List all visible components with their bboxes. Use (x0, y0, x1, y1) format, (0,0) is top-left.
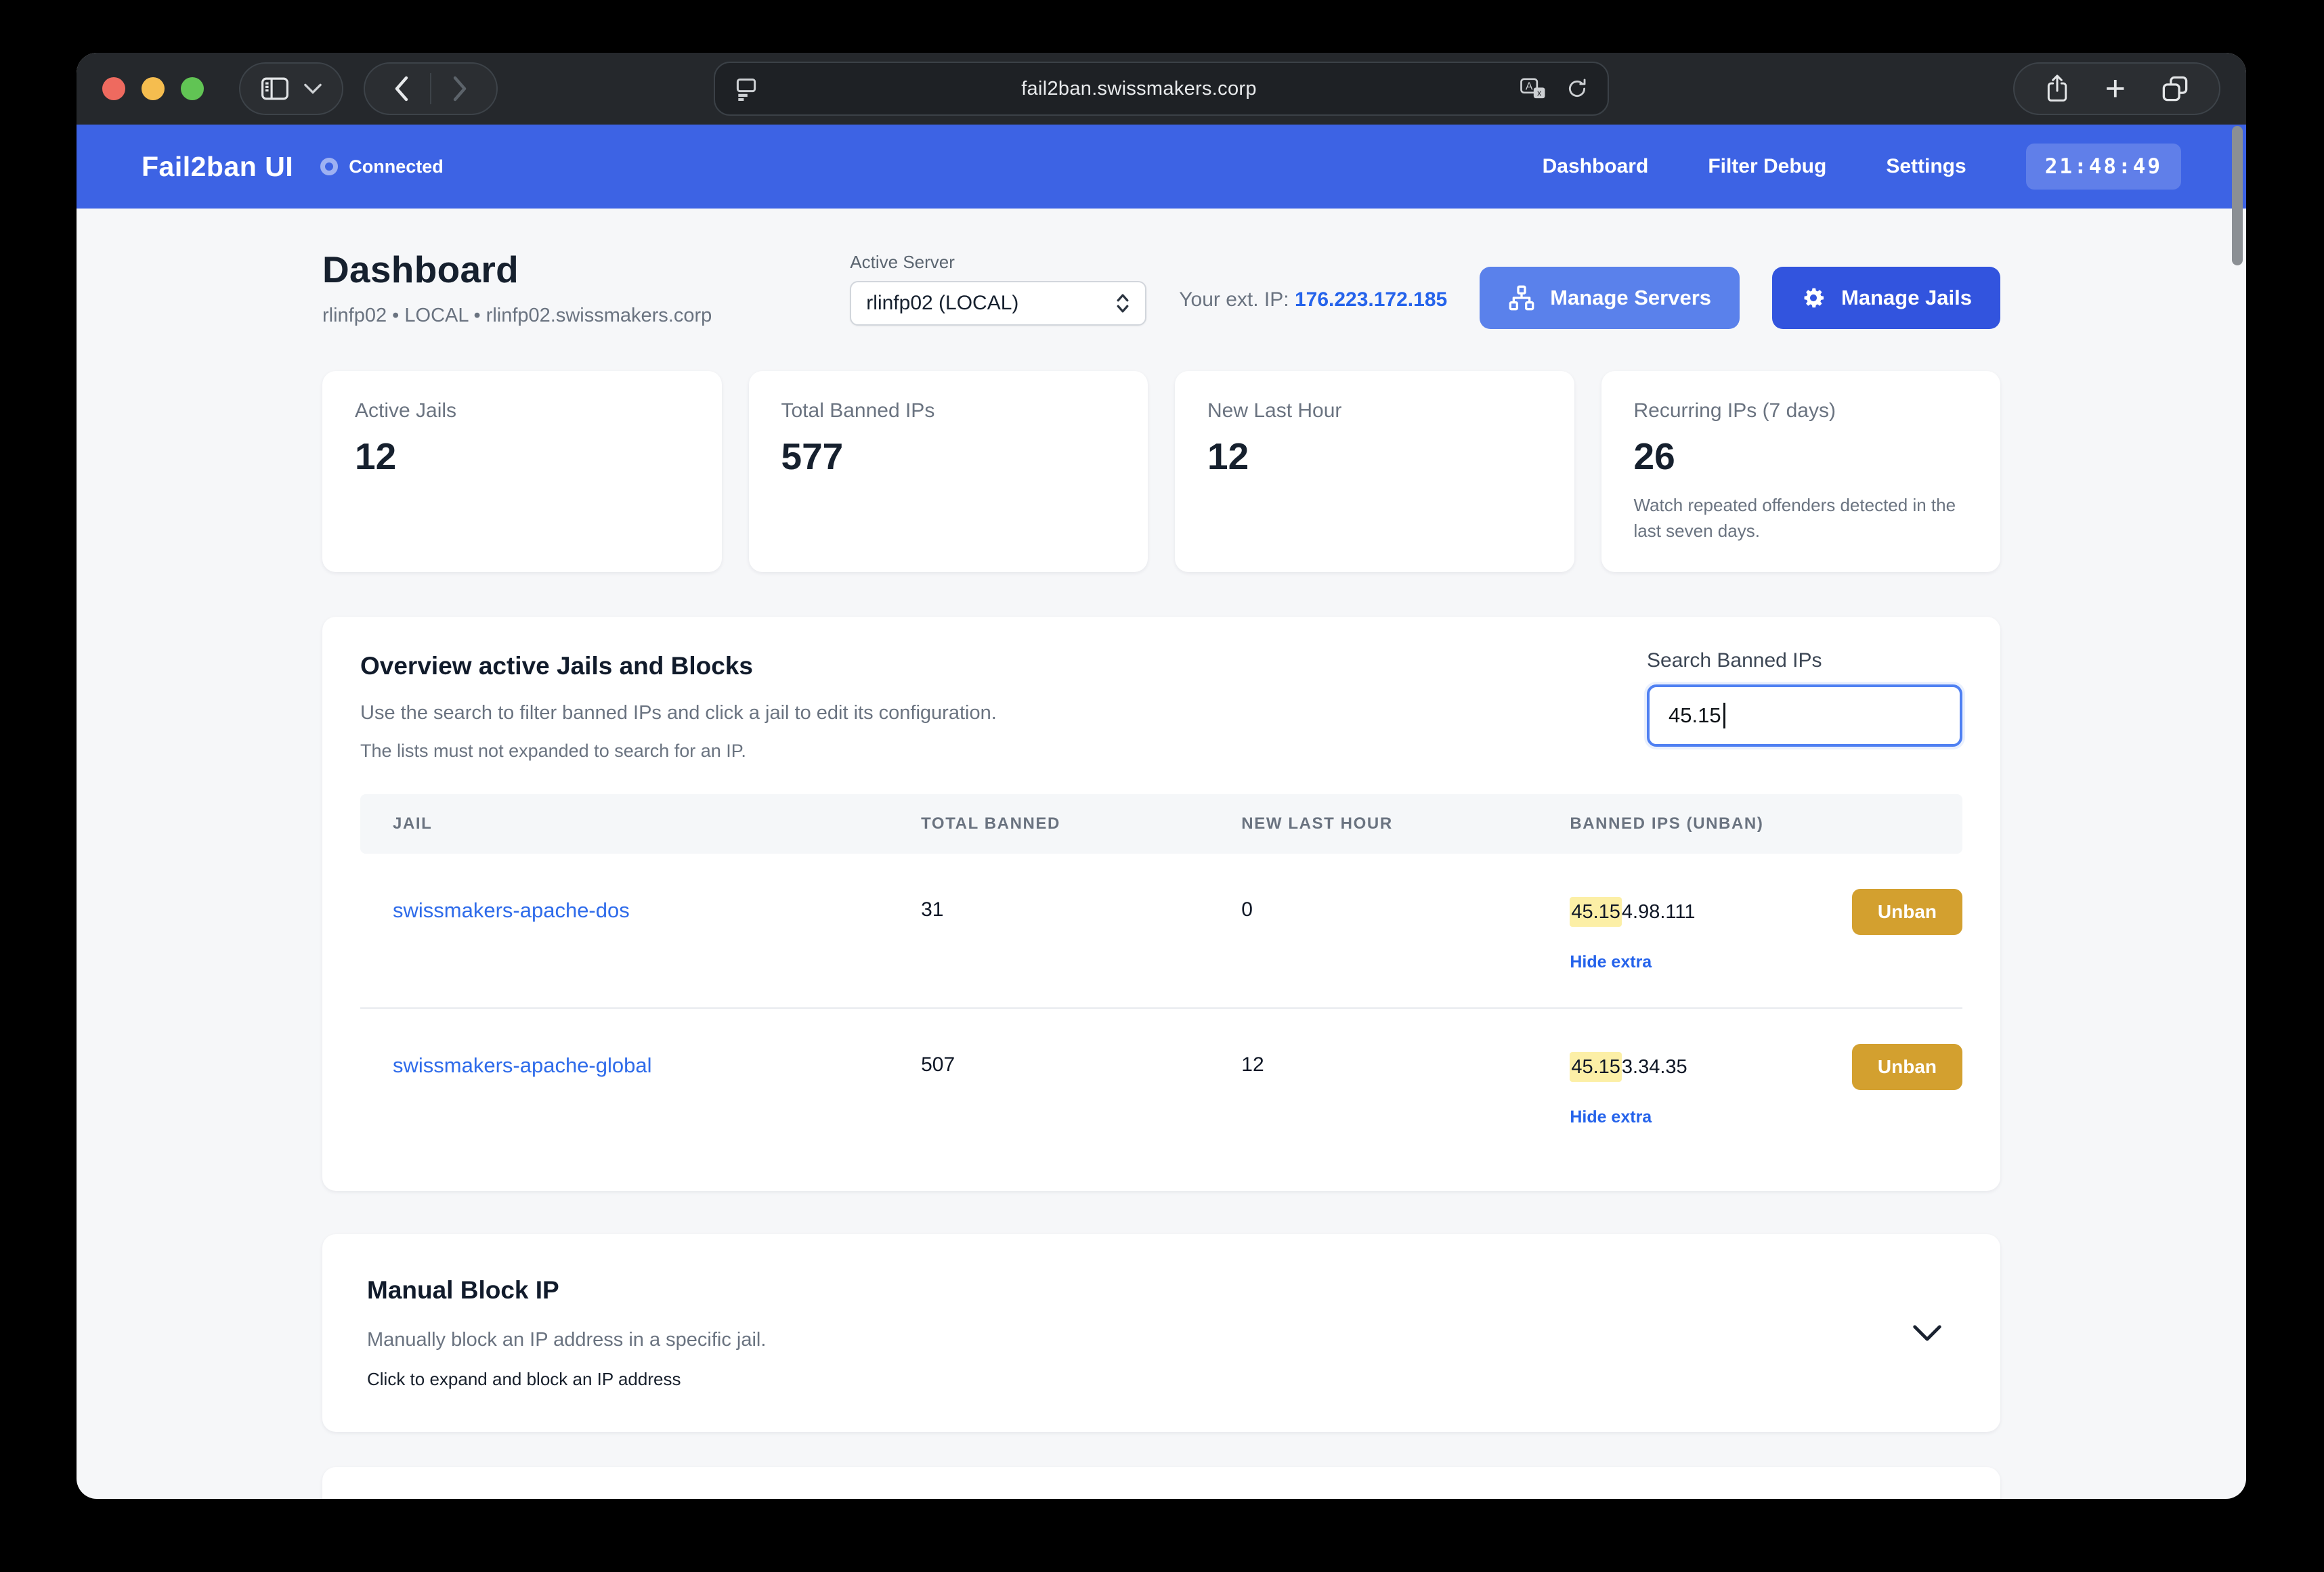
col-total-banned: TOTAL BANNED (921, 794, 1242, 854)
nav-filter-debug[interactable]: Filter Debug (1708, 155, 1826, 178)
stat-card-active-jails: Active Jails 12 (322, 371, 722, 573)
table-row: swissmakers-apache-global 507 12 45.153.… (360, 1008, 1962, 1162)
app-nav: Dashboard Filter Debug Settings 21:48:49 (1543, 144, 2181, 190)
manage-servers-button[interactable]: Manage Servers (1480, 267, 1740, 329)
table-row: swissmakers-apache-dos 31 0 45.154.98.11… (360, 854, 1962, 1009)
new-tab-icon[interactable]: + (2105, 71, 2126, 106)
expand-chevron-down-icon[interactable] (1912, 1324, 1942, 1342)
hide-extra-link[interactable]: Hide extra (1570, 1108, 1652, 1127)
search-banned-ips-input[interactable]: 45.15 (1647, 684, 1962, 747)
jail-link[interactable]: swissmakers-apache-global (393, 1053, 652, 1077)
header-clock: 21:48:49 (2025, 144, 2181, 190)
overview-panel: Overview active Jails and Blocks Use the… (322, 617, 2000, 1192)
nav-settings[interactable]: Settings (1886, 155, 1966, 178)
status-ring-icon (320, 158, 339, 175)
manual-block-desc: Manually block an IP address in a specif… (367, 1329, 767, 1351)
browser-window: fail2ban.swissmakers.corp A x + Fail2ban… (77, 53, 2246, 1499)
banned-ip: 45.153.34.35 (1570, 1051, 1687, 1082)
new-last-hour-value: 0 (1241, 898, 1253, 921)
reload-icon[interactable] (1566, 77, 1589, 100)
translate-icon[interactable]: A x (1520, 77, 1547, 100)
select-chevrons-icon (1115, 292, 1130, 315)
manage-jails-button[interactable]: Manage Jails (1772, 267, 2000, 329)
new-last-hour-value: 12 (1241, 1053, 1264, 1076)
page-content: Dashboard rlinfp02 • LOCAL • rlinfp02.sw… (322, 209, 2000, 1499)
minimize-window-button[interactable] (142, 77, 165, 100)
col-jail: JAIL (360, 794, 922, 854)
browser-toolbar: fail2ban.swissmakers.corp A x + (77, 53, 2246, 125)
close-window-button[interactable] (102, 77, 125, 100)
active-server-select[interactable]: rlinfp02 (LOCAL) (850, 280, 1147, 326)
back-button[interactable] (372, 65, 430, 112)
app-header: Fail2ban UI Connected Dashboard Filter D… (77, 125, 2246, 209)
forward-button[interactable] (431, 65, 490, 112)
col-banned-ips: BANNED IPS (UNBAN) (1570, 794, 1962, 854)
window-controls (102, 77, 204, 100)
page-title: Dashboard (322, 248, 519, 290)
gear-icon (1801, 285, 1826, 311)
unban-button[interactable]: Unban (1851, 889, 1962, 936)
app-brand: Fail2ban UI (142, 150, 294, 182)
sidebar-icon (261, 77, 289, 101)
active-server-label: Active Server (850, 251, 955, 272)
total-banned-value: 507 (921, 1053, 955, 1076)
share-icon[interactable] (2044, 73, 2070, 104)
svg-text:x: x (1537, 89, 1542, 98)
stat-card-new-last-hour: New Last Hour 12 (1175, 371, 1574, 573)
nav-dashboard[interactable]: Dashboard (1543, 155, 1649, 178)
manual-block-title: Manual Block IP (367, 1276, 559, 1305)
tab-overview-icon[interactable] (2161, 74, 2189, 103)
col-new-last-hour: NEW LAST HOUR (1241, 794, 1570, 854)
sidebar-chevron-down-icon (304, 83, 322, 94)
hide-extra-link[interactable]: Hide extra (1570, 953, 1652, 972)
external-ip-value: 176.223.172.185 (1294, 288, 1448, 311)
zoom-window-button[interactable] (181, 77, 204, 100)
external-ip: Your ext. IP: 176.223.172.185 (1179, 288, 1448, 311)
search-banned-ips-label: Search Banned IPs (1647, 649, 1822, 672)
page-subtitle: rlinfp02 • LOCAL • rlinfp02.swissmakers.… (322, 305, 712, 326)
total-banned-value: 31 (921, 898, 944, 921)
url-text: fail2ban.swissmakers.corp (1021, 77, 1257, 100)
history-nav-group (364, 62, 498, 115)
manual-block-hint: Click to expand and block an IP address (367, 1369, 681, 1390)
stat-card-total-banned: Total Banned IPs 577 (748, 371, 1148, 573)
internal-log-panel: Internal Log Overview Refresh data Event… (322, 1467, 2000, 1499)
stat-card-recurring-ips: Recurring IPs (7 days) 26 Watch repeated… (1601, 371, 2000, 573)
connection-status: Connected (320, 156, 444, 177)
page-format-icon[interactable] (734, 77, 758, 101)
manual-block-panel[interactable]: Manual Block IP Manually block an IP add… (322, 1234, 2000, 1433)
scrollbar-thumb[interactable] (2232, 126, 2243, 265)
unban-button[interactable]: Unban (1851, 1044, 1962, 1091)
toolbar-actions-group: + (2013, 62, 2220, 115)
table-header-row: JAIL TOTAL BANNED NEW LAST HOUR BANNED I… (360, 794, 1962, 854)
stat-cards: Active Jails 12 Total Banned IPs 577 New… (322, 371, 2000, 573)
jail-link[interactable]: swissmakers-apache-dos (393, 898, 630, 922)
address-bar[interactable]: fail2ban.swissmakers.corp A x (714, 62, 1609, 116)
jails-table: JAIL TOTAL BANNED NEW LAST HOUR BANNED I… (360, 794, 1962, 1162)
text-caret (1723, 703, 1725, 729)
banned-ip: 45.154.98.111 (1570, 896, 1695, 927)
sidebar-toggle-group[interactable] (239, 62, 343, 115)
sitemap-icon (1508, 284, 1535, 311)
svg-text:A: A (1526, 81, 1533, 93)
